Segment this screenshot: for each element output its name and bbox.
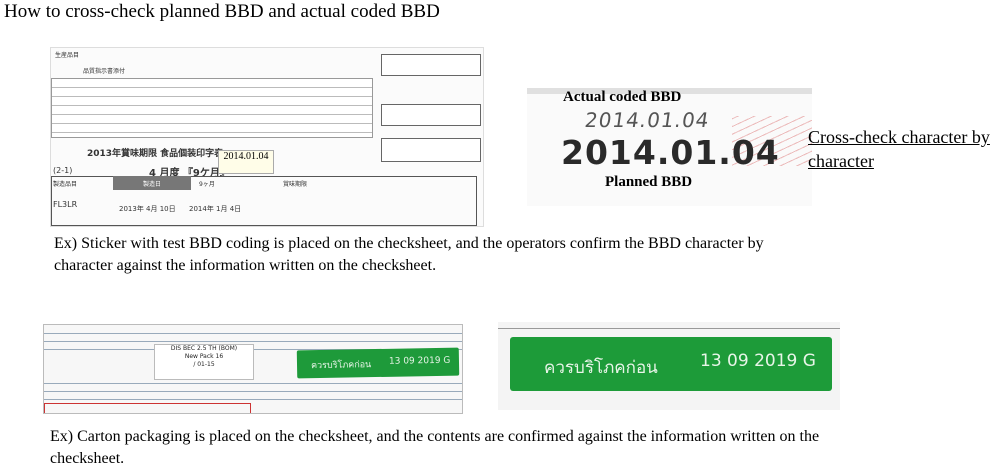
approval-box-low	[381, 138, 481, 162]
sticker-line-3: / 01-15	[193, 361, 215, 368]
row-code: FL3LR	[53, 200, 78, 209]
actual-bbd-label: Actual coded BBD	[563, 89, 682, 105]
actual-bbd-value: 2014.01.04	[583, 108, 712, 132]
page-title: How to cross-check planned BBD and actua…	[4, 1, 440, 22]
checksheet-subheader: 品質指示書添付	[83, 68, 126, 75]
planned-bbd-value: 2014.01.04	[561, 133, 780, 172]
carton-strip-large: ควรบริโภคก่อน 13 09 2019 G	[510, 337, 832, 391]
strip-large-text: ควรบริโภคก่อน	[544, 358, 658, 378]
cross-check-note: Cross-check character by character	[808, 127, 990, 171]
strip-large-date: 13 09 2019 G	[700, 351, 816, 371]
approval-box-top	[381, 54, 481, 76]
col-period: 9ヶ月	[199, 181, 215, 188]
section-label: (2-1)	[53, 166, 73, 175]
caption-carton: Ex) Carton packaging is placed on the ch…	[50, 428, 820, 467]
approval-box-mid	[381, 104, 481, 126]
planned-bbd-label: Planned BBD	[605, 174, 693, 190]
strip-small-date: 13 09 2019 G	[388, 355, 451, 367]
checksheet-header: 生産品目	[55, 52, 80, 59]
carton-label-sticker: DIS BEC 2.5 TH (BOM) New Pack 16 / 01-15	[154, 344, 254, 380]
strip-small-text: ควรบริโภคก่อน	[310, 360, 372, 372]
carton-strip-small: ควรบริโภคก่อน 13 09 2019 G	[296, 347, 460, 379]
sticker-line-1: DIS BEC 2.5 TH (BOM)	[170, 345, 238, 352]
col-product: 製造品目	[53, 181, 78, 188]
handwritten-row	[44, 403, 251, 413]
caption-sticker: Ex) Sticker with test BBD coding is plac…	[54, 235, 764, 274]
row-mfg-date: 2013年 4月 10日	[119, 205, 176, 213]
checksheet-photo: 生産品目 品質指示書添付 2013年賞味期限 食品個装印字表 (2-1) 4 月…	[50, 47, 484, 227]
test-bbd-sticker: 2014.01.04	[218, 150, 274, 174]
table-title: 2013年賞味期限 食品個装印字表	[87, 149, 224, 159]
col-date: 製造日	[143, 181, 162, 188]
row-bbd-date: 2014年 1月 4日	[189, 205, 242, 213]
col-bbd: 賞味期限	[283, 181, 308, 188]
checksheet-upper-grid	[51, 78, 373, 138]
sticker-line-2: New Pack 16	[184, 353, 224, 360]
